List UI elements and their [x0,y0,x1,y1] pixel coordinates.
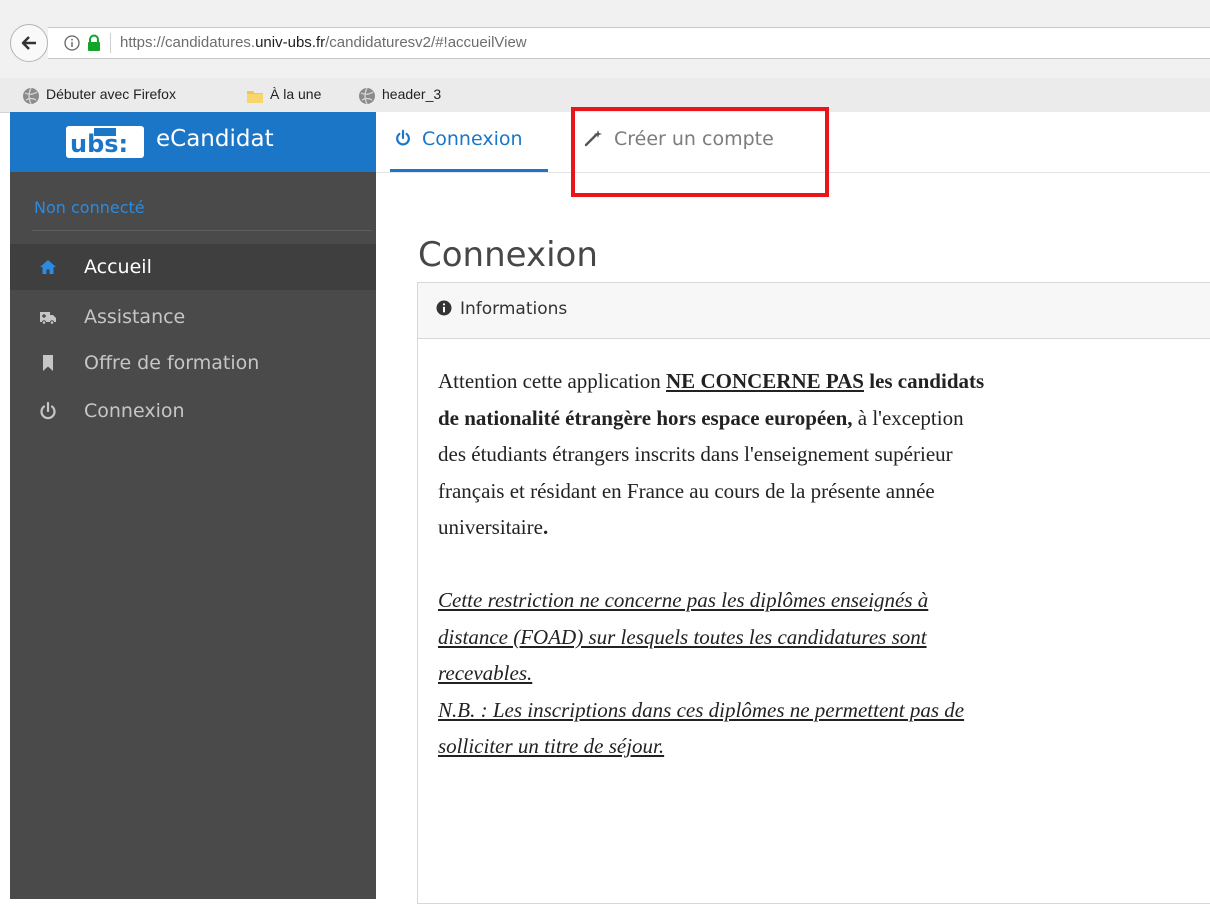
note-text: N.B. : Les inscriptions dans ces diplôme… [438,697,965,722]
sidebar-item-assistance[interactable]: Assistance [10,294,376,340]
url-separator [110,33,111,53]
bookmark-icon [43,355,53,371]
note-line: solliciter un titre de séjour. [438,728,1210,765]
text-line: universitaire. [438,509,1210,546]
text-line: français et résidant en France au cours … [438,478,935,503]
ubs-logo[interactable]: ubs: [66,126,144,158]
panel-title: Informations [436,299,567,319]
power-icon [396,129,410,146]
back-arrow-icon [21,36,36,50]
emphasis-text: les candidats [863,369,985,393]
lock-icon[interactable] [86,34,102,52]
sidebar-item-label: Connexion [84,400,185,422]
tab-connexion[interactable]: Connexion [394,128,523,150]
note-text: recevables. [438,661,533,685]
bookmark-item[interactable]: À la une [246,86,321,103]
connection-status: Non connecté [34,198,145,217]
folder-icon [247,91,263,103]
note-text: solliciter un titre de séjour. [438,734,665,758]
url-domain: univ-ubs.fr [255,34,326,51]
note-line: Cette restriction ne concerne pas les di… [438,582,1210,619]
sidebar-item-accueil[interactable]: Accueil [10,244,376,290]
page-title: Connexion [418,234,598,275]
url-path: /candidaturesv2/#!accueilView [325,34,527,51]
note-line: N.B. : Les inscriptions dans ces diplôme… [438,692,1210,729]
app-header: ubs: eCandidat [10,112,376,172]
sidebar-item-offre-de-formation[interactable]: Offre de formation [10,340,376,386]
power-icon [40,401,56,420]
sidebar-item-label: Assistance [84,306,186,328]
note-text: distance (FOAD) sur lesquels toutes les … [438,624,927,649]
globe-icon [23,87,39,105]
active-tab-indicator [390,169,548,172]
back-button[interactable] [10,24,48,62]
emphasis-text: . [542,515,549,539]
emphasis-text: NE CONCERNE PAS [666,369,864,393]
note-line: distance (FOAD) sur lesquels toutes les … [438,619,1210,656]
text-line: de nationalité étrangère hors espace eur… [438,400,1210,437]
info-icon[interactable] [64,35,80,51]
app-title[interactable]: eCandidat [156,126,274,152]
text-line: Attention cette application NE CONCERNE … [438,363,1210,400]
note-line: recevables. [438,655,1210,692]
bookmark-item[interactable]: header_3 [358,86,441,105]
browser-toolbar: https://candidatures.univ-ubs.fr/candida… [0,0,1210,78]
panel-body: Attention cette application NE CONCERNE … [438,363,1210,765]
sidebar-item-label: Offre de formation [84,352,260,374]
text-fragment: universitaire [438,515,543,539]
emphasis-text: de nationalité étrangère hors espace eur… [438,405,853,430]
home-icon [40,260,56,274]
sidebar-item-connexion[interactable]: Connexion [10,388,376,434]
info-circle-icon [436,300,452,316]
bookmark-item[interactable]: Débuter avec Firefox [22,86,176,105]
tab-label: Connexion [422,128,523,150]
text-fragment: Attention cette application [438,369,667,393]
panel-header: Informations [418,283,1210,339]
text-fragment: à l'exception [852,405,964,430]
sidebar: ubs: eCandidat Non connecté Accueil Assi… [10,112,376,899]
address-bar[interactable]: https://candidatures.univ-ubs.fr/candida… [48,27,1210,59]
highlight-annotation [571,107,829,197]
info-panel: Informations Attention cette application… [417,282,1210,904]
sidebar-divider [32,230,372,231]
ambulance-icon [40,312,56,325]
note-text: Cette restriction ne concerne pas les di… [438,588,929,612]
bookmark-label: Débuter avec Firefox [46,86,176,102]
url-prefix: https://candidatures. [120,34,256,51]
text-line: des étudiants étrangers inscrits dans l'… [438,442,953,466]
sidebar-item-label: Accueil [84,256,152,278]
panel-title-text: Informations [460,299,568,319]
globe-icon [359,87,375,105]
url-text[interactable]: https://candidatures.univ-ubs.fr/candida… [120,34,527,51]
